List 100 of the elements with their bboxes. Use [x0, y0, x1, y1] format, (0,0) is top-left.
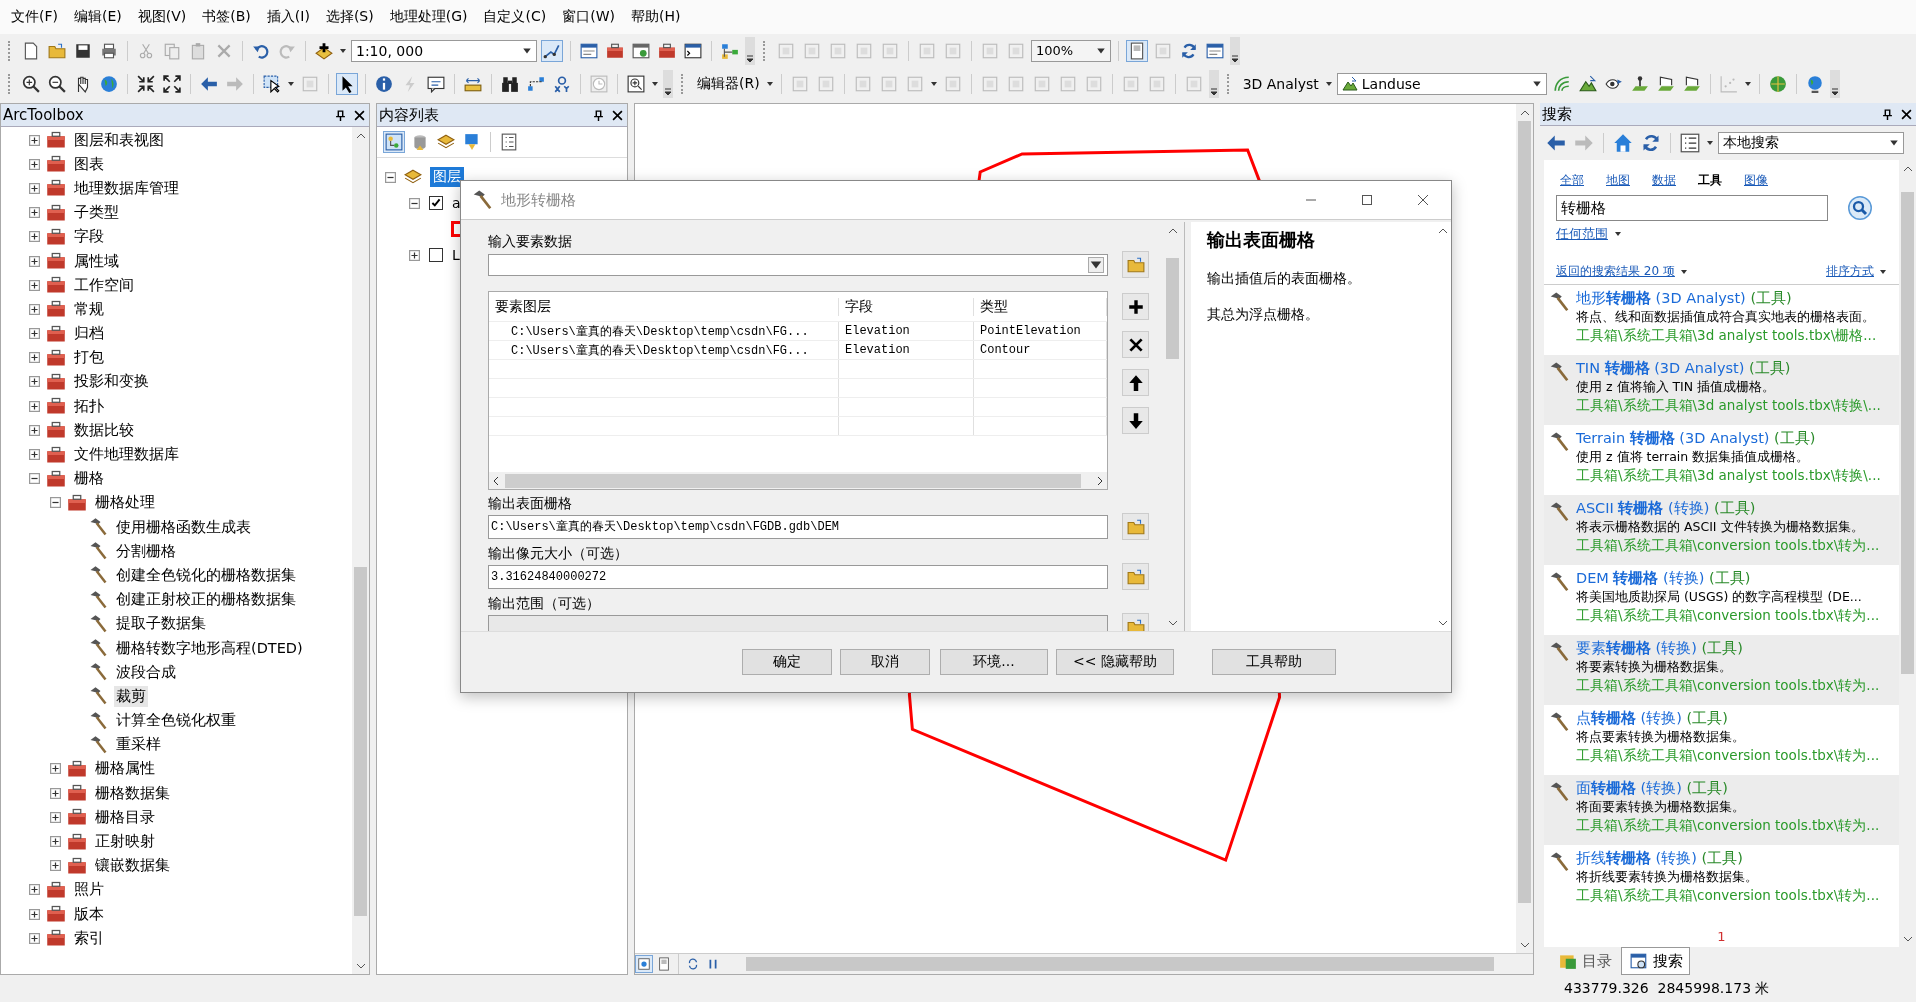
toolbox-item[interactable]: 拓扑 — [72, 395, 106, 417]
expand-icon[interactable] — [29, 231, 40, 243]
tool-item[interactable]: 使用栅格函数生成表 — [114, 516, 253, 538]
scroll-up-icon[interactable] — [1437, 227, 1448, 234]
caret-icon[interactable] — [339, 46, 347, 55]
menu-item[interactable]: 地理处理(G) — [384, 8, 479, 26]
layer-name[interactable]: L — [452, 247, 460, 263]
expand-icon[interactable] — [50, 811, 61, 823]
result-title[interactable]: Terrain 转栅格 (3D Analyst) (工具) — [1576, 429, 1881, 448]
toolbox-item[interactable]: 图表 — [72, 153, 106, 175]
hammer-icon[interactable] — [88, 662, 108, 683]
column-header[interactable]: 字段 — [839, 297, 974, 316]
expand-icon[interactable] — [29, 352, 40, 364]
filter-tab[interactable]: 数据 — [1652, 172, 1676, 189]
toolbox-item[interactable]: 打包 — [72, 347, 106, 369]
toolbox-item[interactable]: 图层和表视图 — [72, 129, 166, 151]
toolbox-item[interactable]: 镶嵌数据集 — [93, 855, 172, 877]
column-header[interactable]: 类型 — [974, 297, 1107, 316]
toolbox-icon[interactable] — [46, 396, 66, 417]
toolbox-item[interactable]: 版本 — [72, 903, 106, 925]
toolbox-icon[interactable] — [46, 130, 66, 151]
hammer-icon[interactable] — [1548, 501, 1570, 523]
toolbox-item[interactable]: 数据比较 — [72, 419, 136, 441]
toolbox-item[interactable]: 属性域 — [72, 250, 121, 272]
toolbox-item[interactable]: 常规 — [72, 298, 106, 320]
menu-item[interactable]: 插入(I) — [261, 8, 321, 26]
toolbox-item[interactable]: 文件地理数据库 — [72, 444, 181, 466]
toolbox-item[interactable]: 栅格处理 — [93, 492, 157, 514]
expand-icon[interactable] — [29, 376, 40, 388]
hammer-icon[interactable] — [1548, 571, 1570, 593]
tool-item[interactable]: 波段合成 — [114, 661, 178, 683]
terrain-icon[interactable] — [1341, 75, 1358, 92]
expand-icon[interactable] — [50, 787, 61, 799]
input-dropdown[interactable] — [488, 253, 1108, 276]
close-icon[interactable] — [354, 109, 365, 121]
toolbox-icon[interactable] — [46, 202, 66, 223]
filter-tab[interactable]: 地图 — [1606, 172, 1630, 189]
result-title[interactable]: 地形转栅格 (3D Analyst) (工具) — [1576, 289, 1877, 308]
toolbox-icon[interactable] — [67, 807, 87, 828]
toolbox-icon[interactable] — [46, 251, 66, 272]
hammer-icon[interactable] — [88, 613, 108, 634]
toolbox-icon[interactable] — [67, 783, 87, 804]
caret-icon[interactable] — [1743, 79, 1752, 88]
caret-icon[interactable] — [765, 79, 774, 88]
expand-icon[interactable] — [29, 182, 40, 194]
expand-icon[interactable] — [29, 908, 40, 920]
search-field[interactable]: 转栅格 — [1556, 195, 1828, 221]
hammer-icon[interactable] — [1548, 431, 1570, 453]
result-title[interactable]: ASCII 转栅格 (转换) (工具) — [1576, 499, 1880, 518]
expand-icon[interactable] — [50, 763, 61, 775]
scroll-down-icon[interactable] — [1902, 935, 1913, 942]
search-icon[interactable] — [1848, 196, 1872, 220]
tool-item[interactable]: 提取子数据集 — [114, 613, 208, 635]
hammer-icon[interactable] — [1548, 361, 1570, 383]
toolbox-icon[interactable] — [46, 444, 66, 465]
expand-icon[interactable] — [29, 303, 40, 315]
filter-tab[interactable]: 图像 — [1744, 172, 1768, 189]
expand-icon[interactable] — [29, 932, 40, 944]
toolbox-icon[interactable] — [46, 154, 66, 175]
hammer-icon[interactable] — [1548, 711, 1570, 733]
hammer-icon[interactable] — [88, 638, 108, 659]
expand-icon[interactable] — [29, 207, 40, 219]
menu-item[interactable]: 帮助(H) — [625, 8, 692, 26]
toolbox-item[interactable]: 栅格属性 — [93, 758, 157, 780]
pin-icon[interactable] — [1882, 108, 1893, 120]
menu-item[interactable]: 选择(S) — [320, 8, 385, 26]
dialog-button[interactable]: 确定 — [742, 649, 832, 675]
result-title[interactable]: TIN 转栅格 (3D Analyst) (工具) — [1576, 359, 1881, 378]
toolbox-item[interactable]: 字段 — [72, 226, 106, 248]
hammer-icon[interactable] — [88, 565, 108, 586]
expand-icon[interactable] — [29, 449, 40, 461]
panel-tab[interactable]: 目录 — [1550, 947, 1619, 975]
expand-icon[interactable] — [50, 836, 61, 848]
filter-tab[interactable]: 全部 — [1560, 172, 1584, 189]
extent-dropdown[interactable]: 任何范围 — [1556, 225, 1608, 243]
toolbox-icon[interactable] — [67, 831, 87, 852]
arrows-outward-icon[interactable] — [161, 72, 183, 95]
list-by-drawing-order-icon[interactable] — [383, 131, 405, 153]
text-field[interactable] — [488, 614, 1108, 631]
select-elements-icon[interactable] — [261, 72, 283, 95]
scroll-up-icon[interactable] — [1902, 165, 1913, 172]
scroll-up-icon[interactable] — [355, 132, 366, 139]
scroll-thumb[interactable] — [746, 957, 1494, 971]
caret-icon[interactable] — [1088, 256, 1104, 273]
page-number[interactable]: 1 — [1544, 929, 1899, 944]
scroll-thumb[interactable] — [354, 566, 367, 917]
scroll-thumb[interactable] — [1518, 121, 1531, 904]
hammer-icon[interactable] — [1548, 781, 1570, 803]
toolbar-overflow-icon[interactable] — [745, 36, 755, 65]
zoom-combo[interactable]: 100% — [1031, 39, 1111, 62]
expand-icon[interactable] — [50, 860, 61, 872]
toolbox-item[interactable]: 子类型 — [72, 202, 121, 224]
hammer-icon[interactable] — [88, 541, 108, 562]
toolbox-icon[interactable] — [46, 420, 66, 441]
menu-item[interactable]: 自定义(C) — [478, 8, 558, 26]
caret-icon[interactable] — [1324, 79, 1333, 88]
menu-item[interactable]: 书签(B) — [197, 8, 262, 26]
caret-icon[interactable] — [1879, 267, 1887, 276]
scroll-up-icon[interactable] — [1167, 227, 1178, 234]
caret-icon[interactable] — [1614, 230, 1622, 238]
